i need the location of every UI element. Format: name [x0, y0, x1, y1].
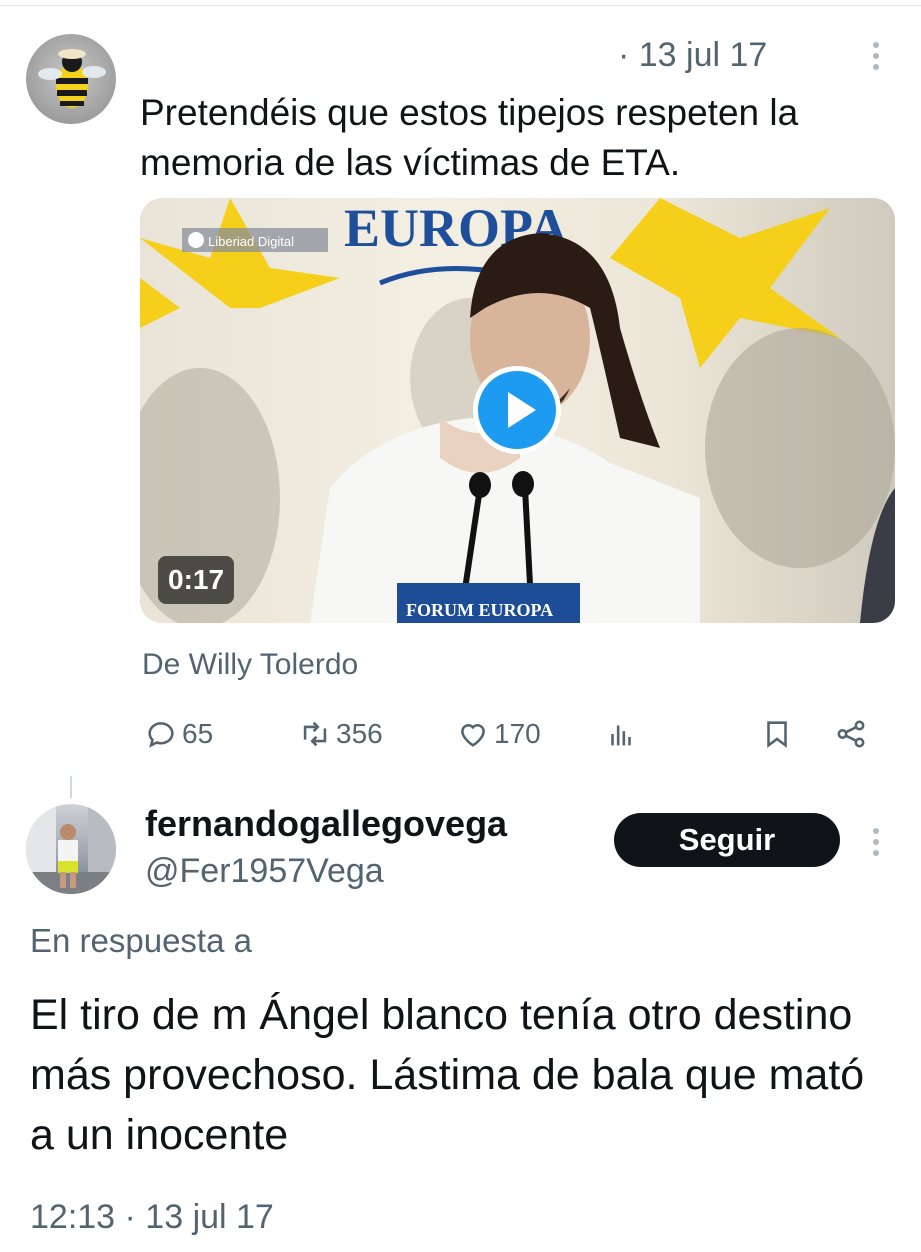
more-icon[interactable] — [862, 36, 890, 76]
watermark-text: Liberiad Digital — [208, 234, 294, 249]
play-icon — [508, 392, 536, 428]
views-icon — [611, 725, 631, 746]
user-handle[interactable]: @Fer1957Vega — [145, 852, 384, 891]
tweet-text: Pretendéis que estos tipejos respeten la… — [140, 92, 799, 183]
reply-context: En respuesta a — [30, 922, 252, 959]
reply-button[interactable]: 65 — [144, 712, 213, 756]
avatar[interactable] — [26, 34, 116, 124]
tweet-timestamp[interactable]: 12:13 · 13 jul 17 — [30, 1198, 274, 1237]
avatar[interactable] — [26, 804, 116, 894]
views-button[interactable] — [604, 712, 642, 756]
podium-label: FORUM EUROPA — [406, 600, 553, 620]
retweet-count: 356 — [336, 718, 383, 749]
top-divider — [0, 0, 921, 6]
bookmark-button[interactable] — [760, 712, 798, 756]
video-duration: 0:17 — [158, 556, 235, 604]
retweet-icon — [303, 721, 327, 747]
more-icon[interactable] — [862, 822, 890, 862]
play-button[interactable] — [473, 366, 561, 454]
tweet-actions: 65 356 170 — [140, 712, 880, 756]
share-button[interactable] — [834, 712, 872, 756]
video-player[interactable]: EUROPA Liberiad Digital FORUM EUROPA 0:1… — [140, 198, 895, 623]
like-icon — [461, 724, 485, 747]
retweet-button[interactable]: 356 — [298, 712, 383, 756]
reply-count: 65 — [182, 718, 214, 749]
display-name[interactable]: fernandogallegovega — [145, 803, 507, 845]
reply-icon — [148, 722, 174, 748]
bookmark-icon — [767, 721, 787, 748]
like-button[interactable]: 170 — [456, 712, 541, 756]
like-count: 170 — [494, 718, 541, 749]
tweet-date[interactable]: · 13 jul 17 — [618, 36, 767, 75]
share-icon — [837, 720, 865, 748]
follow-button[interactable]: Seguir — [614, 813, 840, 867]
tweet-text: El tiro de m Ángel blanco tenía otro des… — [30, 991, 865, 1159]
thread-connector — [70, 776, 72, 798]
media-attribution[interactable]: De Willy Tolerdo — [142, 648, 358, 682]
